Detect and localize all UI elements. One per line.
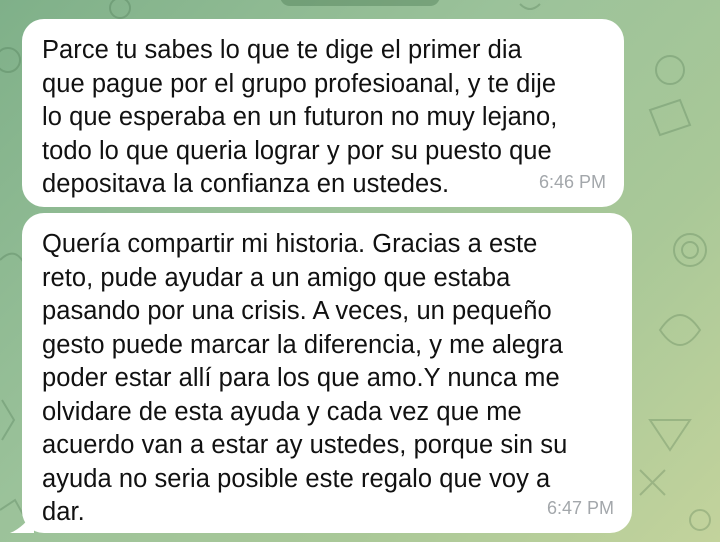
message-timestamp: 6:46 PM [538,172,606,192]
bubble-tail [10,511,34,533]
message-bubble[interactable]: Quería compartir mi historia. Gracias a … [22,213,632,533]
message-timestamp: 6:47 PM [546,498,614,518]
message-text: Quería compartir mi historia. Gracias a … [42,230,568,526]
message-text: Parce tu sabes lo que te dige el primer … [42,36,558,198]
message-bubble[interactable]: Parce tu sabes lo que te dige el primer … [22,19,624,207]
top-scroll-pill [280,0,440,6]
